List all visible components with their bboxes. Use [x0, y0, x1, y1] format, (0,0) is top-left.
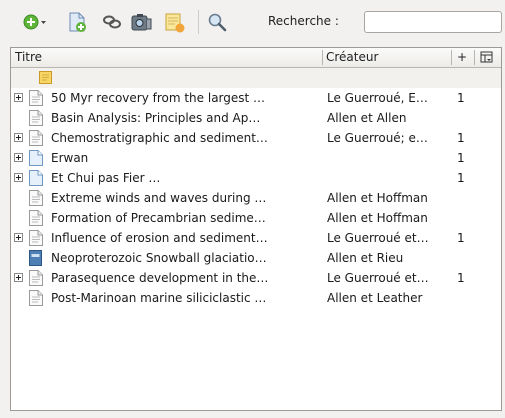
- item-title: Basin Analysis: Principles and Ap…: [51, 111, 261, 125]
- item-creator: Le Guerroué et…: [327, 231, 429, 245]
- expand-toggle-icon[interactable]: [14, 173, 23, 182]
- link-button[interactable]: [101, 11, 123, 33]
- item-attachment-count: 1: [457, 131, 465, 145]
- note-icon: [39, 71, 52, 84]
- item-creator: Allen et Leather: [327, 291, 423, 305]
- camera-icon: [131, 14, 152, 31]
- note-row[interactable]: [11, 68, 501, 88]
- new-note-button[interactable]: [163, 11, 187, 33]
- table-row[interactable]: Erwan 1: [11, 148, 501, 168]
- item-creator: Allen et Hoffman: [327, 191, 428, 205]
- new-item-button[interactable]: [66, 11, 88, 33]
- link-icon: [103, 15, 121, 29]
- item-title: Parasequence development in the…: [51, 271, 269, 285]
- item-attachment-count: 1: [457, 171, 465, 185]
- item-attachment-count: 1: [457, 151, 465, 165]
- column-header-count[interactable]: +: [451, 48, 474, 67]
- table-row[interactable]: Post-Marinoan marine siliciclastic … Alle…: [11, 288, 501, 308]
- expand-toggle-icon[interactable]: [14, 273, 23, 282]
- search-input[interactable]: [364, 11, 502, 33]
- column-header-title[interactable]: Titre: [11, 48, 322, 67]
- table-row[interactable]: Chemostratigraphic and sediment… Le Guerr…: [11, 128, 501, 148]
- new-document-icon: [69, 12, 86, 32]
- item-title: Post-Marinoan marine siliciclastic …: [51, 291, 267, 305]
- search-label: Recherche :: [268, 14, 339, 28]
- item-creator: Le Guerroué et…: [327, 271, 429, 285]
- item-creator: Allen et Hoffman: [327, 211, 428, 225]
- expand-toggle-icon[interactable]: [14, 133, 23, 142]
- green-plus-dropdown-icon: [23, 14, 46, 30]
- item-attachment-count: [457, 188, 477, 208]
- item-title: Influence of erosion and sediment…: [51, 231, 268, 245]
- toolbar-separator: [198, 10, 199, 34]
- table-row[interactable]: Et Chui pas Fier … 1: [11, 168, 501, 188]
- item-title: Et Chui pas Fier …: [51, 171, 161, 185]
- magnifier-icon: [208, 13, 227, 32]
- item-title: Erwan: [51, 151, 89, 165]
- item-title: Chemostratigraphic and sediment…: [51, 131, 268, 145]
- item-title: Extreme winds and waves during …: [51, 191, 267, 205]
- item-title: Formation of Precambrian sedime…: [51, 211, 266, 225]
- table-row[interactable]: Neoproterozoic Snowball glaciatio… Allen …: [11, 248, 501, 268]
- item-creator: Le Guerroué; e…: [327, 131, 428, 145]
- items-tree[interactable]: Titre Créateur + 50 Myr recovery from th…: [10, 47, 502, 411]
- item-attachment-count: 1: [457, 91, 465, 105]
- item-attachment-count: 1: [457, 231, 465, 245]
- table-row[interactable]: 50 Myr recovery from the largest … Le Gue…: [11, 88, 501, 108]
- note-icon: [165, 13, 185, 33]
- item-attachment-count: [457, 288, 477, 308]
- toolbar: Recherche :: [0, 0, 505, 42]
- expand-toggle-icon[interactable]: [14, 233, 23, 242]
- table-row[interactable]: Influence of erosion and sediment… Le Gue…: [11, 228, 501, 248]
- item-title: Neoproterozoic Snowball glaciatio…: [51, 251, 267, 265]
- item-creator: [327, 148, 455, 168]
- column-header-bar: Titre Créateur +: [11, 48, 501, 68]
- item-creator: [327, 168, 455, 188]
- add-menu-button[interactable]: [22, 11, 48, 33]
- column-header-creator[interactable]: Créateur: [322, 48, 451, 67]
- item-attachment-count: [457, 248, 477, 268]
- item-attachment-count: [457, 208, 477, 228]
- table-row[interactable]: Parasequence development in the… Le Guerr…: [11, 268, 501, 288]
- column-picker-button[interactable]: [474, 48, 501, 67]
- table-row[interactable]: Basin Analysis: Principles and Ap… Allen …: [11, 108, 501, 128]
- search-button[interactable]: [206, 11, 228, 33]
- expand-toggle-icon[interactable]: [14, 153, 23, 162]
- snapshot-button[interactable]: [130, 11, 154, 33]
- item-attachment-count: 1: [457, 271, 465, 285]
- item-creator: Allen et Rieu: [327, 251, 404, 265]
- item-attachment-count: [457, 108, 477, 128]
- expand-toggle-icon[interactable]: [14, 93, 23, 102]
- table-row[interactable]: Formation of Precambrian sedime… Allen et…: [11, 208, 501, 228]
- item-title: 50 Myr recovery from the largest …: [51, 91, 266, 105]
- item-creator: Le Guerroué, E…: [327, 91, 428, 105]
- column-picker-icon: [480, 51, 493, 63]
- item-creator: Allen et Allen: [327, 111, 407, 125]
- table-row[interactable]: Extreme winds and waves during … Allen et…: [11, 188, 501, 208]
